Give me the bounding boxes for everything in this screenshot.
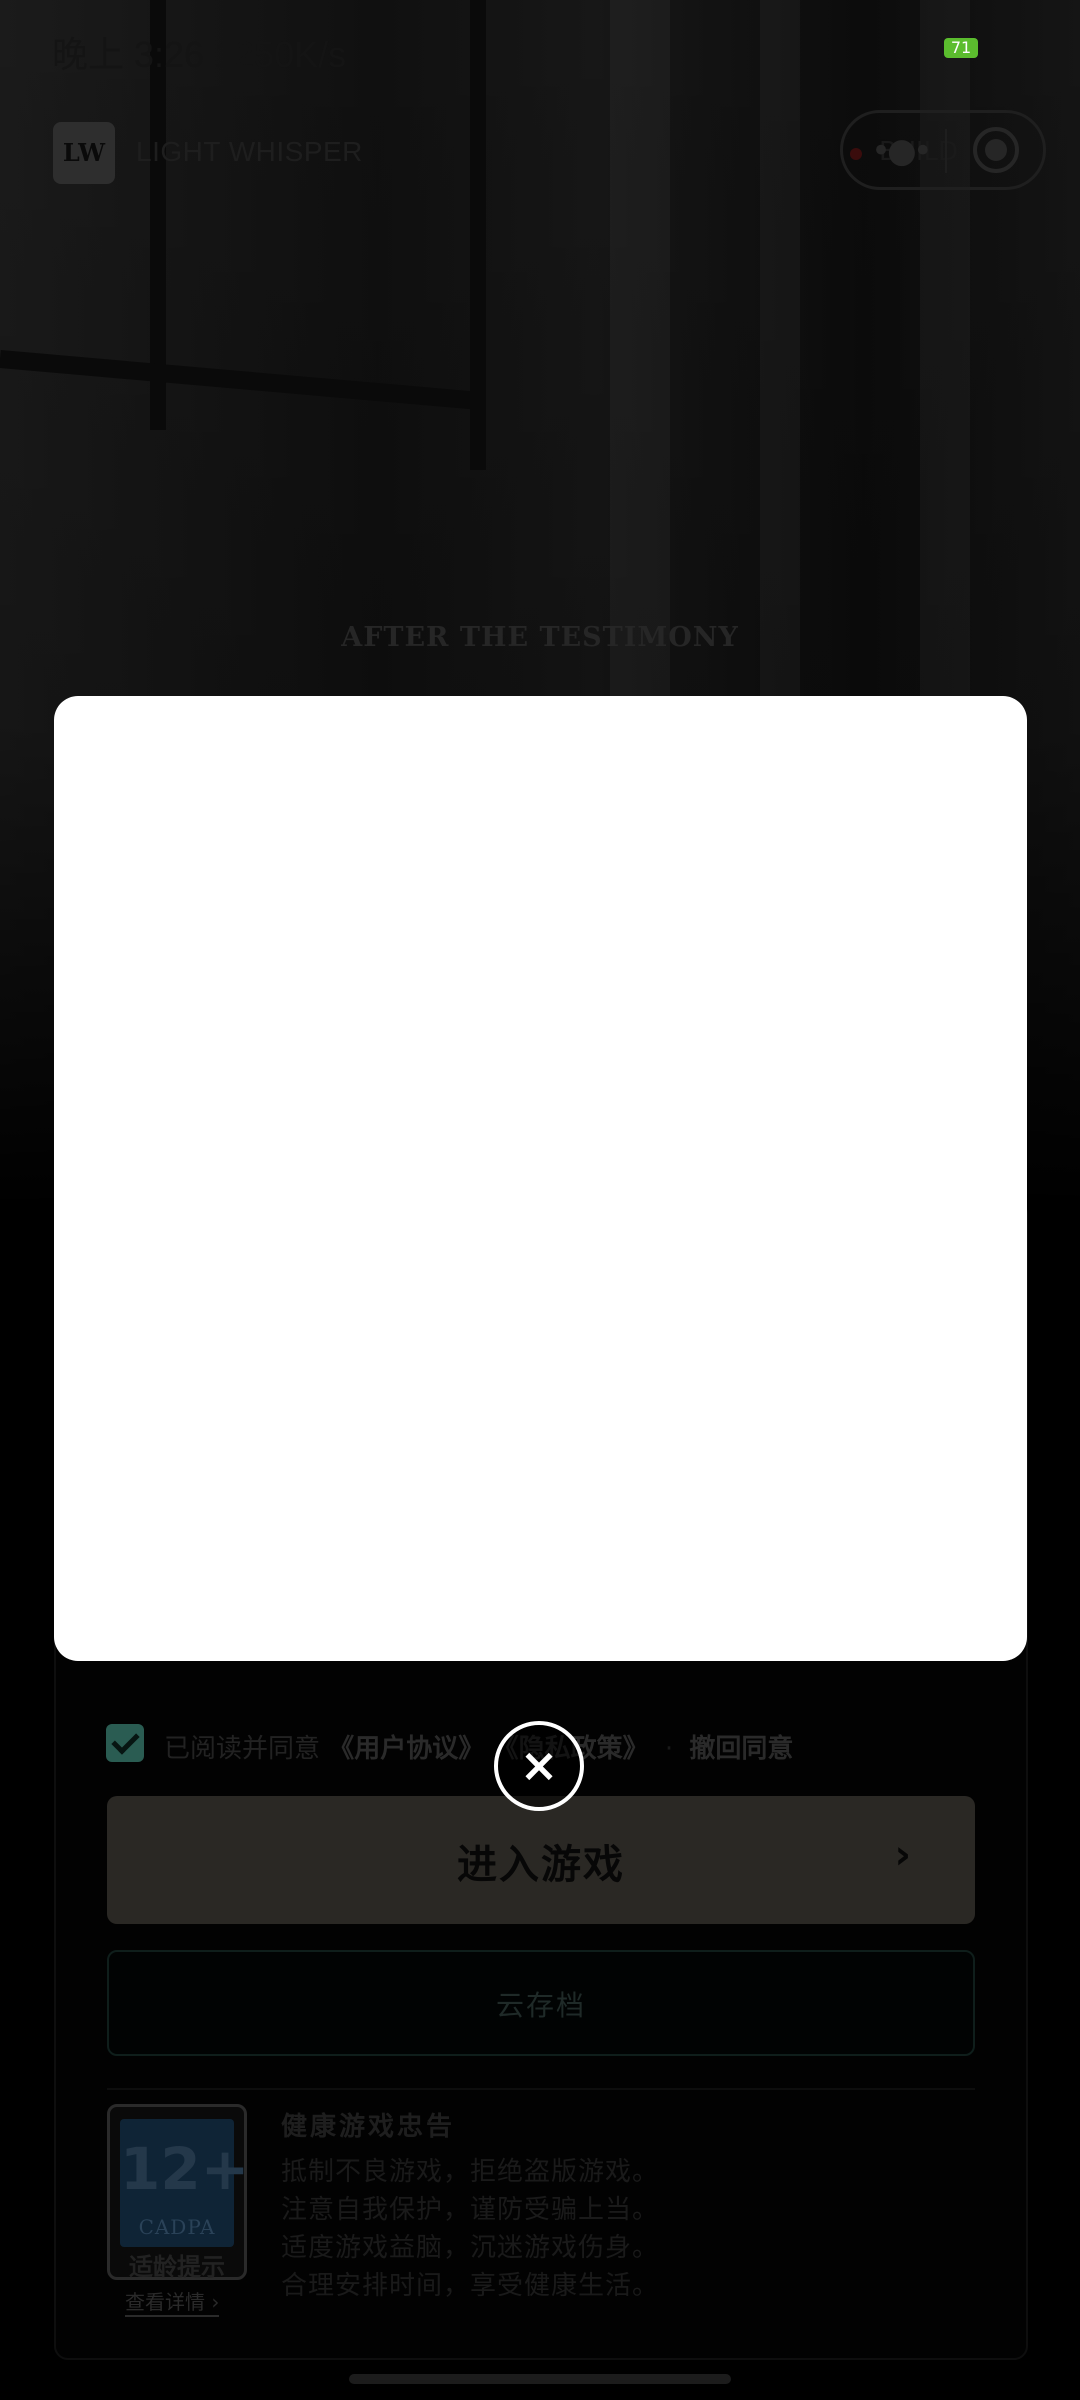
health-notice-line: 抵制不良游戏，拒绝盗版游戏。: [281, 2157, 660, 2187]
withdraw-consent-link[interactable]: 撤回同意: [689, 1734, 793, 1764]
game-subtitle: AFTER THE TESTIMONY: [341, 622, 739, 653]
window-frame: [0, 350, 479, 410]
mini-program-capsule: BUILD •●•: [840, 110, 1046, 190]
app-name: LIGHT WHISPER: [136, 136, 363, 167]
home-indicator[interactable]: [349, 2374, 731, 2384]
cloud-save-label: 云存档: [495, 1989, 586, 2022]
capsule-divider: [945, 129, 947, 173]
close-icon[interactable]: ×: [494, 1721, 584, 1811]
health-notice-line: 注意自我保护，谨防受骗上当。: [281, 2195, 660, 2225]
popup-modal: [54, 696, 1027, 1661]
more-menu-icon[interactable]: •●•: [871, 131, 933, 171]
health-notice-line: 适度游戏益脑，沉迷游戏伤身。: [281, 2233, 660, 2263]
health-notice: 健康游戏忠告 抵制不良游戏，拒绝盗版游戏。 注意自我保护，谨防受骗上当。 适度游…: [281, 2106, 659, 2305]
age-tip-label: 适龄提示: [129, 2253, 225, 2281]
status-dot: [850, 148, 862, 160]
user-agreement-link[interactable]: 《用户协议》: [328, 1734, 484, 1764]
chevron-right-icon: ›: [894, 1832, 911, 1878]
battery-icon: 71: [944, 38, 978, 58]
health-notice-line: 合理安排时间，享受健康生活。: [281, 2271, 660, 2301]
age-rating-value: 12+: [120, 2135, 250, 2203]
enter-game-button[interactable]: 进入游戏 ›: [107, 1796, 975, 1924]
enter-game-label: 进入游戏: [457, 1842, 625, 1888]
rating-org: CADPA: [138, 2215, 216, 2239]
status-bar: 晚上 3:26 1250K/s 71: [0, 0, 1080, 100]
status-time: 晚上 3:26 1250K/s: [52, 34, 347, 75]
agreement-prefix: 已阅读并同意: [164, 1734, 321, 1764]
app-header: LW LIGHT WHISPER BUILD •●•: [0, 110, 1080, 200]
age-rating-icon: 12+ CADPA: [120, 2119, 250, 2247]
age-rating-badge: 12+ CADPA 适龄提示: [107, 2104, 250, 2281]
app-logo: LW: [53, 122, 115, 184]
agreement-checkbox[interactable]: [106, 1724, 144, 1762]
separator-dot: ·: [664, 1734, 674, 1764]
close-miniprogram-icon[interactable]: [973, 127, 1019, 173]
health-notice-title: 健康游戏忠告: [281, 2112, 456, 2142]
agreement-text: 已阅读并同意 《用户协议》 《隐私政策》 · 撤回同意: [164, 1728, 793, 1765]
divider: [107, 2088, 975, 2090]
cloud-save-button[interactable]: 云存档: [107, 1950, 975, 2056]
rating-detail-link[interactable]: 查看详情 ›: [125, 2286, 220, 2317]
